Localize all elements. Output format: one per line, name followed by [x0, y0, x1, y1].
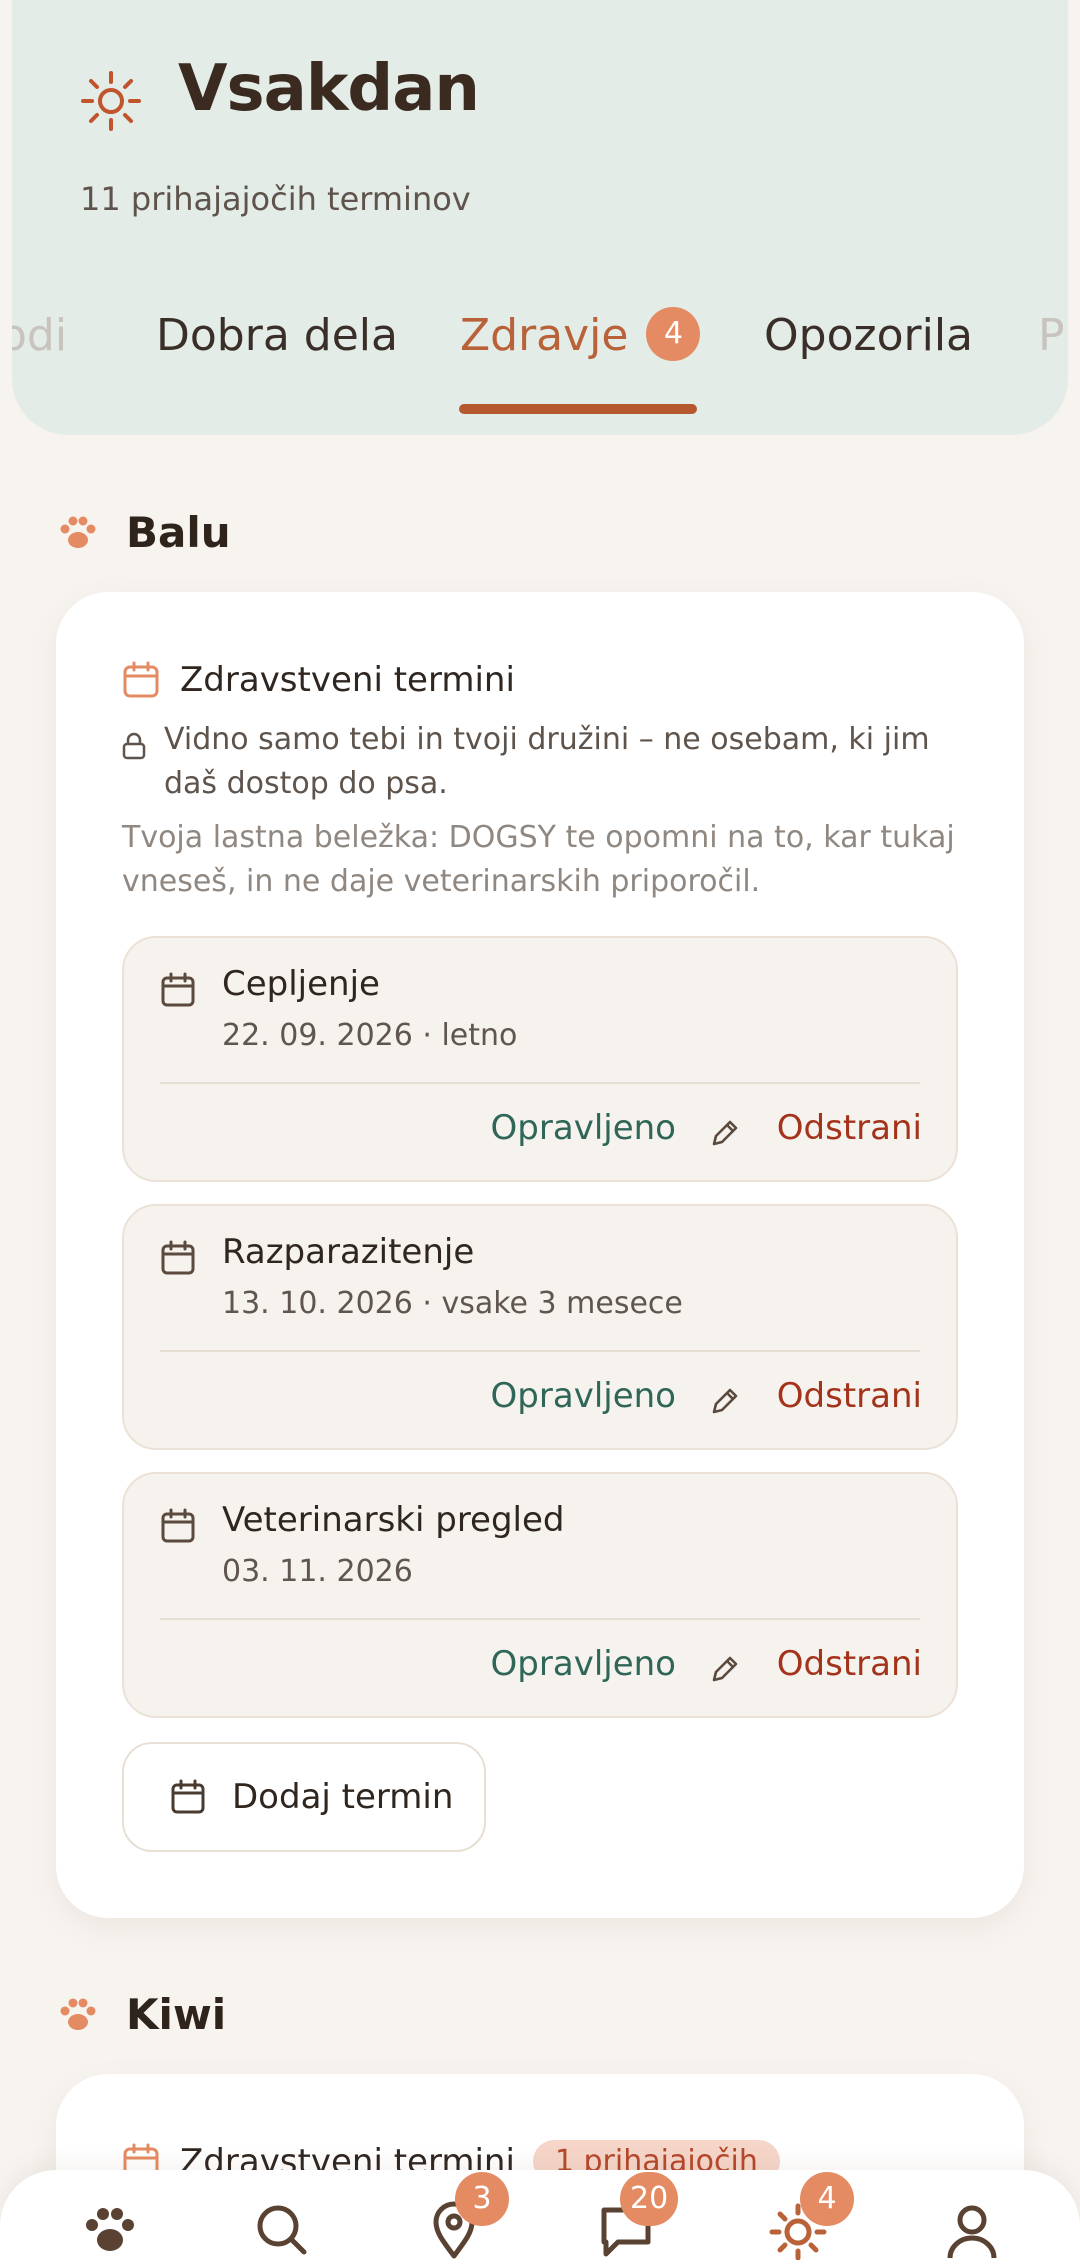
appointment-date: 22. 09. 2026 · letno: [222, 1018, 518, 1053]
health-card-balu: Zdravstveni termini Vidno samo tebi in t…: [56, 592, 1024, 1918]
pet-header-kiwi: Kiwi: [58, 1990, 226, 2039]
paw-icon: [60, 516, 96, 548]
remove-button[interactable]: Odstrani: [777, 1644, 922, 1684]
privacy-note: Vidno samo tebi in tvoji družini – ne os…: [164, 722, 930, 801]
paw-icon: [60, 1998, 96, 2030]
app-header: Vsakdan 11 prihajajočih terminov odi Dob…: [12, 0, 1068, 435]
pet-header-balu: Balu: [58, 508, 231, 557]
appointment-date: 13. 10. 2026 · vsake 3 mesece: [222, 1286, 683, 1321]
divider: [160, 1082, 920, 1084]
tab-good-deeds[interactable]: Dobra dela: [156, 310, 398, 361]
edit-pencil-icon[interactable]: [708, 1116, 742, 1150]
calendar-icon: [161, 1508, 195, 1543]
sun-icon: [81, 71, 141, 131]
map-badge: 3: [455, 2172, 509, 2226]
appointment-item: Veterinarski pregled 03. 11. 2026 Opravl…: [122, 1472, 958, 1718]
calendar-icon: [171, 1779, 205, 1814]
bottom-navigation: 3 20 4: [0, 2170, 1080, 2268]
pet-name: Balu: [126, 508, 231, 557]
edit-pencil-icon[interactable]: [708, 1652, 742, 1686]
appointment-item: Razparazitenje 13. 10. 2026 · vsake 3 me…: [122, 1204, 958, 1450]
user-icon[interactable]: [942, 2200, 1002, 2260]
calendar-icon: [161, 972, 195, 1007]
edit-pencil-icon[interactable]: [708, 1384, 742, 1418]
appointment-name: Cepljenje: [222, 964, 380, 1004]
remove-button[interactable]: Odstrani: [777, 1108, 922, 1148]
add-appointment-button[interactable]: Dodaj termin: [122, 1742, 486, 1852]
remove-button[interactable]: Odstrani: [777, 1376, 922, 1416]
appointment-item: Cepljenje 22. 09. 2026 · letno Opravljen…: [122, 936, 958, 1182]
search-icon[interactable]: [252, 2200, 312, 2260]
lock-icon: [122, 732, 146, 760]
paw-icon[interactable]: [80, 2200, 140, 2260]
category-tabs: odi Dobra dela Zdravje 4 Opozorila P: [12, 300, 1068, 420]
card-title-row: Zdravstveni termini: [122, 660, 515, 700]
appointment-name: Razparazitenje: [222, 1232, 475, 1272]
messages-badge: 20: [620, 2172, 679, 2226]
divider: [160, 1350, 920, 1352]
add-appointment-label: Dodaj termin: [232, 1777, 454, 1817]
tab-health-badge: 4: [646, 307, 701, 361]
tab-next[interactable]: P: [1038, 310, 1065, 361]
mark-done-button[interactable]: Opravljeno: [491, 1644, 676, 1684]
tab-alerts[interactable]: Opozorila: [764, 310, 973, 361]
upcoming-count: 11 prihajajočih terminov: [80, 180, 471, 218]
appointment-name: Veterinarski pregled: [222, 1500, 565, 1540]
mark-done-button[interactable]: Opravljeno: [491, 1376, 676, 1416]
active-tab-indicator: [459, 404, 697, 414]
tab-health-label: Zdravje: [460, 310, 629, 361]
today-badge: 4: [800, 2172, 854, 2226]
calendar-icon: [161, 1240, 195, 1275]
calendar-icon: [123, 661, 159, 698]
appointment-date: 03. 11. 2026: [222, 1554, 413, 1589]
divider: [160, 1618, 920, 1620]
disclaimer-note: Tvoja lastna beležka: DOGSY te opomni na…: [122, 820, 955, 899]
mark-done-button[interactable]: Opravljeno: [491, 1108, 676, 1148]
pet-name: Kiwi: [126, 1990, 227, 2039]
privacy-note-row: Vidno samo tebi in tvoji družini – ne os…: [122, 718, 962, 806]
tab-health[interactable]: Zdravje 4: [460, 307, 701, 365]
tab-walks[interactable]: odi: [12, 310, 67, 361]
card-title: Zdravstveni termini: [180, 660, 515, 700]
page-title: Vsakdan: [178, 52, 480, 126]
